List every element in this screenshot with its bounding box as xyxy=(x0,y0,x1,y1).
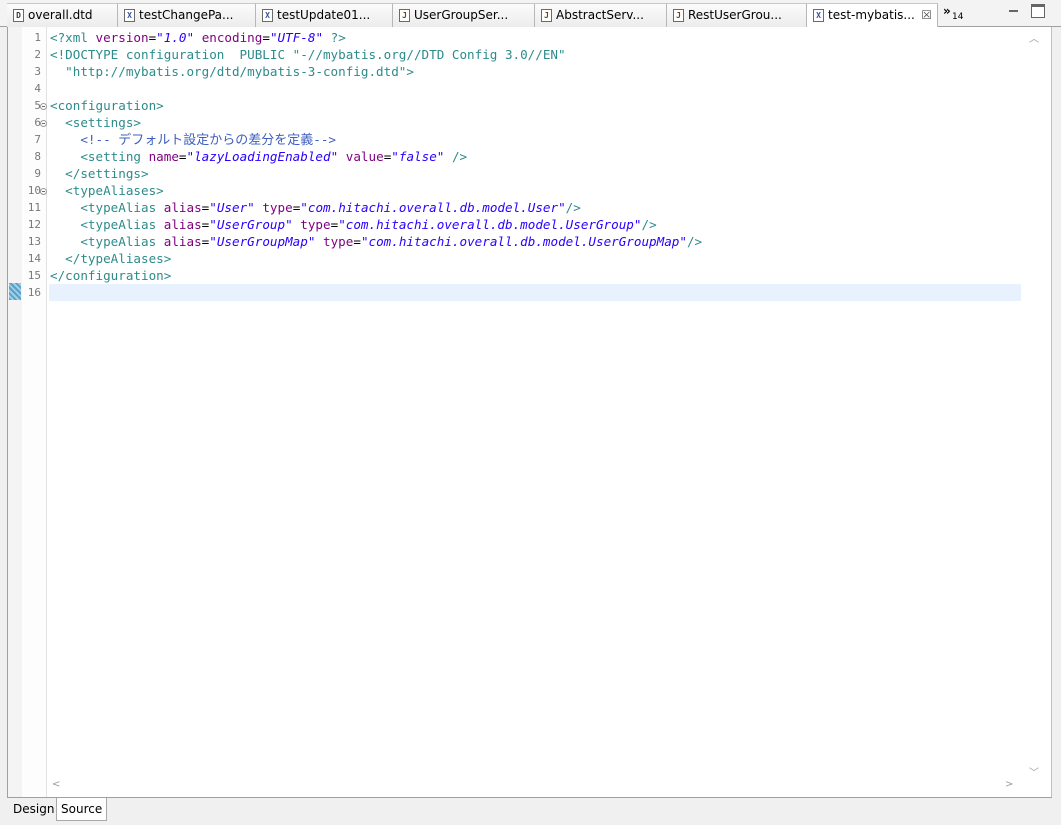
scroll-down-icon[interactable]: ﹀ xyxy=(1029,764,1039,779)
tab-test-mybatis[interactable]: X test-mybatis... ☒ xyxy=(807,3,938,28)
scroll-left-icon[interactable]: < xyxy=(52,779,60,790)
tab-label: test-mybatis... xyxy=(828,8,915,22)
tab-test-change-pa[interactable]: X testChangePa... xyxy=(118,3,256,27)
line-number: 15 xyxy=(27,269,41,282)
tab-source[interactable]: Source xyxy=(56,798,108,821)
line-number: 16 xyxy=(27,286,41,299)
horizontal-scrollbar[interactable]: < > xyxy=(47,779,1021,796)
code-line: <!DOCTYPE configuration PUBLIC "-//mybat… xyxy=(50,47,566,62)
code-line: "http://mybatis.org/dtd/mybatis-3-config… xyxy=(50,64,414,79)
chevron-right-icon: » xyxy=(943,4,951,18)
line-number: 5 xyxy=(34,99,41,112)
source-editor[interactable]: 1 2 3 4 5 6 7 8 9 10 11 12 13 14 15 16 <?xml version="1… xyxy=(7,27,1052,797)
fold-collapse-icon[interactable] xyxy=(40,120,47,127)
line-number: 14 xyxy=(27,252,41,265)
code-line: <setting name="lazyLoadingEnabled" value… xyxy=(50,149,468,164)
line-number: 7 xyxy=(34,133,41,146)
tab-label: testUpdate01... xyxy=(277,8,371,22)
close-icon[interactable]: ☒ xyxy=(921,4,932,26)
tab-overflow-button[interactable]: » 14 xyxy=(940,4,970,24)
xml-file-icon: X xyxy=(813,9,824,22)
maximize-icon[interactable] xyxy=(1031,4,1045,18)
editor-mode-tabs: Design Source xyxy=(7,797,1052,823)
tab-label: UserGroupSer... xyxy=(414,8,509,22)
code-line: <!-- デフォルト設定からの差分を定義--> xyxy=(50,132,337,148)
scroll-right-icon[interactable]: > xyxy=(1005,779,1013,790)
annotation-ruler xyxy=(8,27,22,797)
tab-label: RestUserGrou... xyxy=(688,8,782,22)
current-line-marker xyxy=(9,283,21,300)
xml-file-icon: X xyxy=(262,9,273,22)
current-line-highlight xyxy=(49,284,1021,301)
code-line: <typeAlias alias="User" type="com.hitach… xyxy=(50,200,581,215)
line-number: 13 xyxy=(27,235,41,248)
tab-user-group-ser[interactable]: J UserGroupSer... xyxy=(393,3,535,27)
code-line: </configuration> xyxy=(50,268,172,283)
line-number: 2 xyxy=(34,48,41,61)
code-line: <typeAlias alias="UserGroup" type="com.h… xyxy=(50,217,657,232)
line-number: 1 xyxy=(34,31,41,44)
java-file-icon: J xyxy=(673,9,684,22)
code-line: <typeAlias alias="UserGroupMap" type="co… xyxy=(50,234,703,249)
line-number: 4 xyxy=(34,82,41,95)
tab-overall-dtd[interactable]: D overall.dtd xyxy=(7,3,118,27)
line-number: 10 xyxy=(27,184,41,197)
tab-abstract-serv[interactable]: J AbstractServ... xyxy=(535,3,667,27)
minimize-icon[interactable] xyxy=(1007,4,1021,18)
tab-rest-user-grou[interactable]: J RestUserGrou... xyxy=(667,3,807,27)
line-number: 6 xyxy=(34,116,41,129)
code-line: <configuration> xyxy=(50,98,164,113)
scroll-up-icon[interactable]: ︿ xyxy=(1029,30,1039,45)
line-number: 8 xyxy=(34,150,41,163)
code-line: <?xml version="1.0" encoding="UTF-8" ?> xyxy=(50,30,346,45)
fold-collapse-icon[interactable] xyxy=(40,188,47,195)
line-number: 12 xyxy=(27,218,41,231)
dtd-file-icon: D xyxy=(13,9,24,22)
java-file-icon: J xyxy=(399,9,410,22)
tab-label: testChangePa... xyxy=(139,8,234,22)
fold-collapse-icon[interactable] xyxy=(40,103,47,110)
code-line: </typeAliases> xyxy=(50,251,172,266)
tab-test-update01[interactable]: X testUpdate01... xyxy=(256,3,393,27)
line-number: 9 xyxy=(34,167,41,180)
xml-file-icon: X xyxy=(124,9,135,22)
vertical-scrollbar[interactable]: ︿ ﹀ xyxy=(1021,27,1051,797)
code-line: <typeAliases> xyxy=(50,183,164,198)
code-line: <settings> xyxy=(50,115,141,130)
code-line: </settings> xyxy=(50,166,149,181)
java-file-icon: J xyxy=(541,9,552,22)
line-number: 11 xyxy=(27,201,41,214)
tab-label: AbstractServ... xyxy=(556,8,644,22)
hidden-tab-count: 14 xyxy=(952,12,964,22)
line-number: 3 xyxy=(34,65,41,78)
editor-tab-bar: D overall.dtd X testChangePa... X testUp… xyxy=(0,0,1061,28)
tab-label: overall.dtd xyxy=(28,8,93,22)
tab-design[interactable]: Design xyxy=(9,798,58,821)
